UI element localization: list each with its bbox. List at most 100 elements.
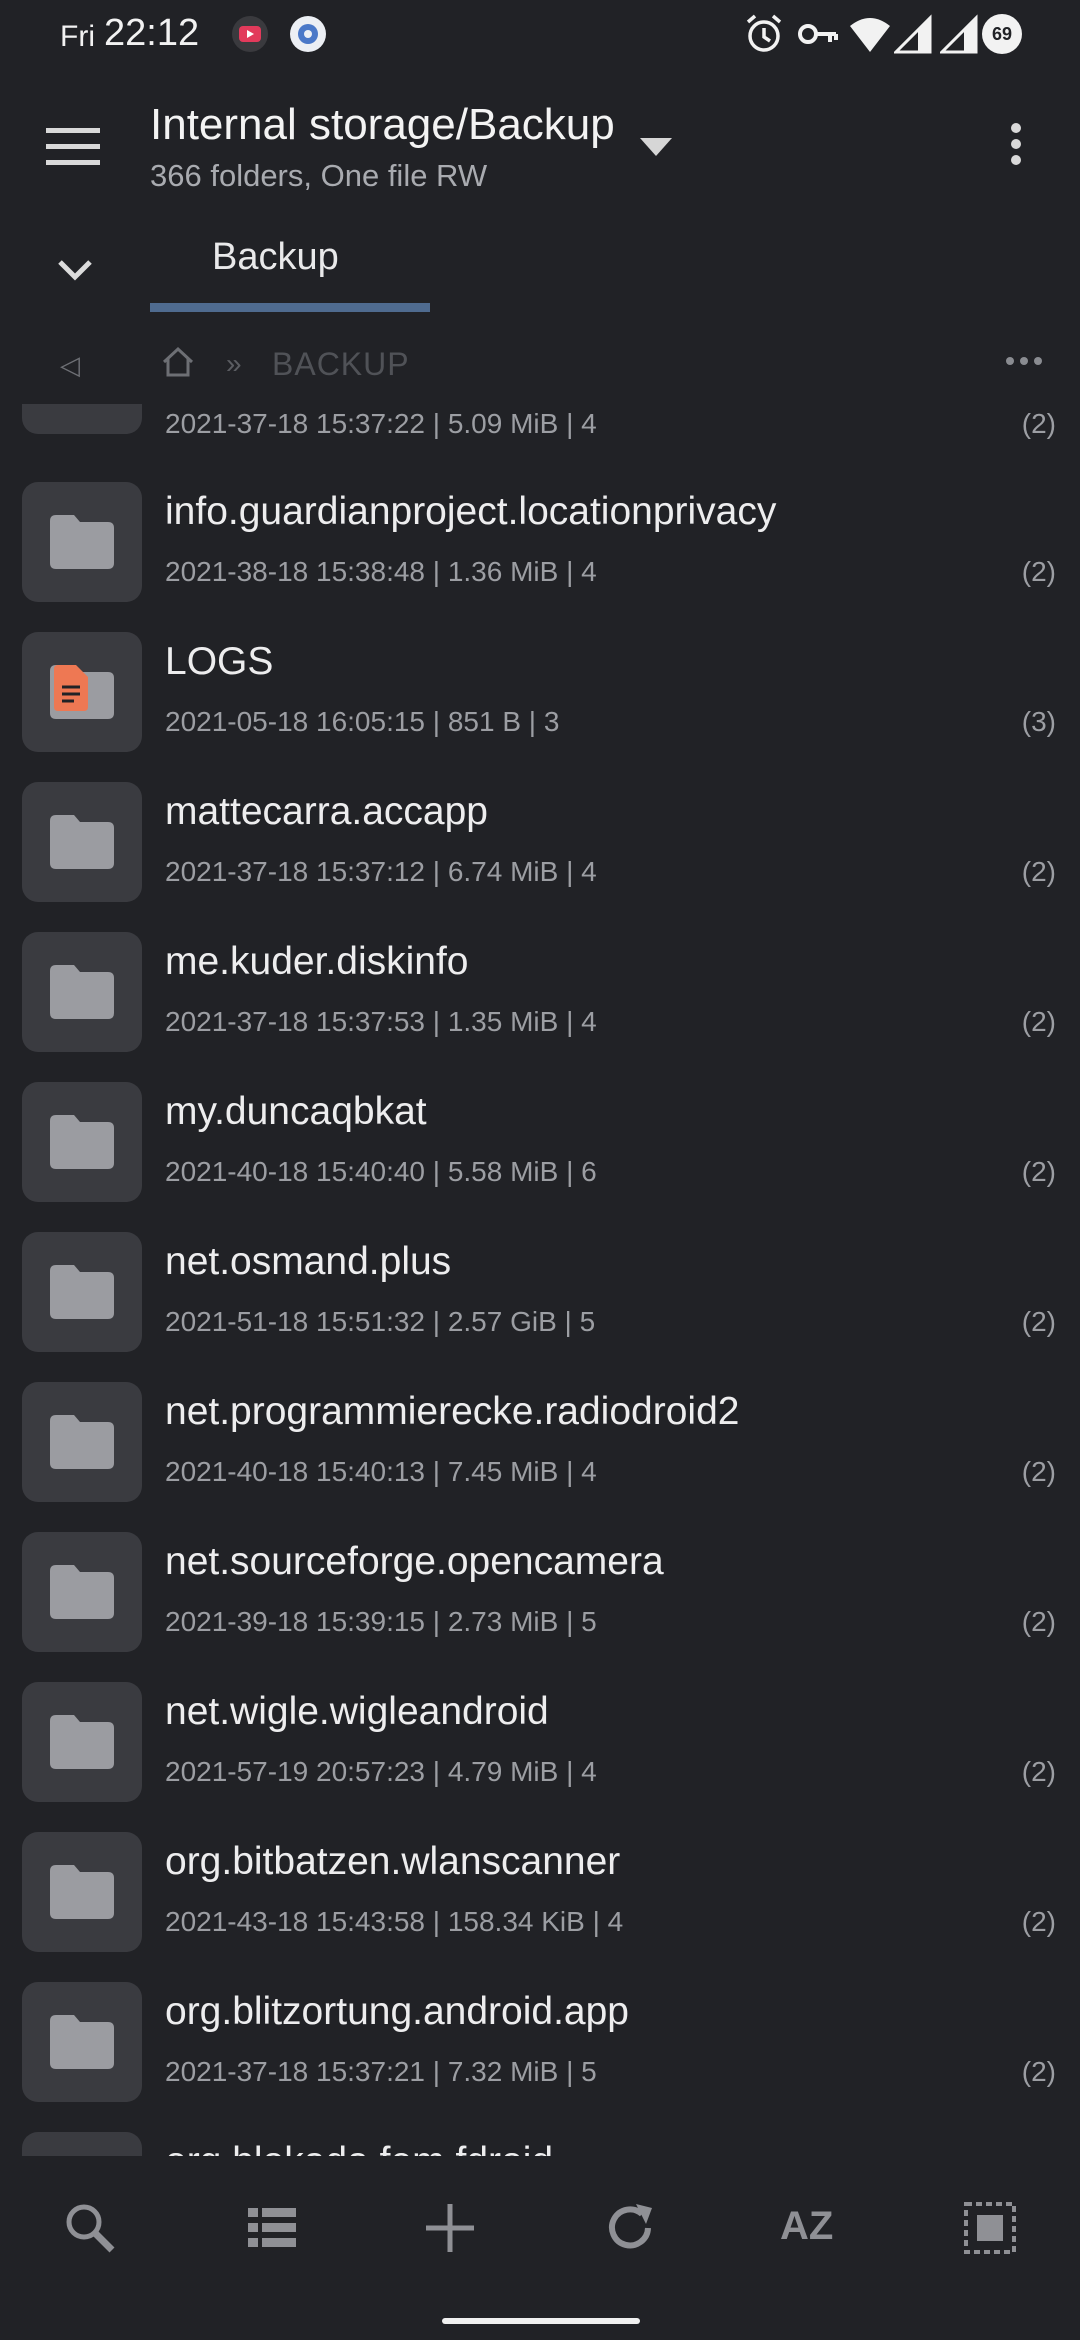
item-count: (2) [1021, 856, 1056, 887]
file-meta: 2021-37-18 15:37:53 | 1.35 MiB | 4 [165, 1006, 597, 1037]
page-title[interactable]: Internal storage/Backup [150, 100, 615, 150]
file-meta: 2021-37-18 15:37:22 | 5.09 MiB | 4 [165, 408, 597, 439]
breadcrumb-back-icon[interactable]: ◁ [60, 350, 80, 381]
status-time: 22:12 [104, 12, 200, 54]
tab-backup[interactable]: Backup [150, 220, 430, 312]
file-name: net.programmierecke.radiodroid2 [165, 1390, 740, 1433]
chevron-down-icon[interactable] [50, 250, 100, 290]
list-view-icon[interactable] [242, 2198, 302, 2258]
folder-tile [22, 1532, 142, 1652]
file-meta: 2021-39-18 15:39:15 | 2.73 MiB | 5 [165, 1606, 597, 1637]
tab-label: Backup [212, 236, 339, 278]
list-item[interactable]: org.bitbatzen.wlanscanner 2021-43-18 15:… [0, 1810, 1080, 1960]
gesture-home-bar[interactable] [442, 2318, 640, 2324]
status-day: Fri [60, 20, 95, 53]
folder-icon [50, 1415, 114, 1469]
alarm-icon [746, 14, 782, 52]
home-icon[interactable] [160, 344, 196, 380]
tab-indicator [150, 303, 430, 312]
folder-icon [50, 515, 114, 569]
folder-tile [22, 1082, 142, 1202]
signal-icon [894, 14, 932, 54]
file-name: mattecarra.accapp [165, 790, 488, 833]
battery-level: 69 [991, 24, 1013, 44]
file-meta: 2021-57-19 20:57:23 | 4.79 MiB | 4 [165, 1756, 597, 1787]
list-item[interactable]: mattecarra.accapp 2021-37-18 15:37:12 | … [0, 760, 1080, 910]
folder-icon [50, 1865, 114, 1919]
folder-icon [50, 1565, 114, 1619]
file-name: org.blokada.fem.fdroid [165, 2140, 553, 2156]
status-bar: Fri 22:12 69 [0, 0, 1080, 70]
breadcrumb-separator: » [226, 348, 242, 379]
dropdown-arrow-icon[interactable] [636, 132, 676, 162]
list-item[interactable]: info.guardianproject.locationprivacy 202… [0, 460, 1080, 610]
wifi-icon [850, 18, 890, 52]
breadcrumb-more-icon[interactable] [1004, 354, 1044, 368]
folder-tile [22, 482, 142, 602]
item-count: (3) [1021, 706, 1056, 737]
more-options-icon[interactable] [996, 116, 1036, 196]
tab-bar: Backup [0, 220, 1080, 320]
list-item[interactable]: org.blokada.fem.fdroid [0, 2110, 1080, 2156]
breadcrumb: ◁ » BACKUP [0, 330, 1080, 400]
menu-icon[interactable] [38, 116, 108, 176]
folder-icon [50, 2015, 114, 2069]
item-count: (2) [1021, 408, 1056, 439]
list-item[interactable]: me.kuder.diskinfo 2021-37-18 15:37:53 | … [0, 910, 1080, 1060]
file-meta: 2021-40-18 15:40:13 | 7.45 MiB | 4 [165, 1456, 597, 1487]
signal-icon [940, 14, 978, 54]
select-all-icon[interactable] [960, 2198, 1020, 2258]
settings-notification-icon [290, 16, 326, 52]
file-name: LOGS [165, 640, 274, 683]
youtube-icon [232, 16, 268, 52]
list-item[interactable]: net.osmand.plus 2021-51-18 15:51:32 | 2.… [0, 1210, 1080, 1360]
refresh-icon[interactable] [600, 2198, 660, 2258]
list-item[interactable]: my.duncaqbkat 2021-40-18 15:40:40 | 5.58… [0, 1060, 1080, 1210]
folder-tile [22, 932, 142, 1052]
file-meta: 2021-51-18 15:51:32 | 2.57 GiB | 5 [165, 1306, 596, 1337]
list-item[interactable]: net.wigle.wigleandroid 2021-57-19 20:57:… [0, 1660, 1080, 1810]
add-icon[interactable] [420, 2198, 480, 2258]
list-item[interactable]: net.programmierecke.radiodroid2 2021-40-… [0, 1360, 1080, 1510]
file-name: net.sourceforge.opencamera [165, 1540, 664, 1583]
folder-tile [22, 782, 142, 902]
folder-tile [22, 404, 142, 434]
item-count: (2) [1021, 1006, 1056, 1037]
file-name: my.duncaqbkat [165, 1090, 427, 1133]
file-name: net.osmand.plus [165, 1240, 452, 1283]
file-meta: 2021-37-18 15:37:21 | 7.32 MiB | 5 [165, 2056, 597, 2087]
folder-summary: 366 folders, One file RW [150, 158, 488, 193]
vpn-key-icon [798, 24, 838, 44]
battery-icon: 69 [982, 14, 1022, 54]
list-item[interactable]: LOGS 2021-05-18 16:05:15 | 851 B | 3 (3) [0, 610, 1080, 760]
document-badge-icon [54, 665, 88, 711]
list-item[interactable]: net.sourceforge.opencamera 2021-39-18 15… [0, 1510, 1080, 1660]
file-name: info.guardianproject.locationprivacy [165, 490, 777, 533]
file-meta: 2021-43-18 15:43:58 | 158.34 KiB | 4 [165, 1906, 624, 1937]
folder-icon [50, 1115, 114, 1169]
sort-az-button[interactable]: AZ [780, 2204, 833, 2249]
folder-icon [50, 1265, 114, 1319]
file-list: 2021-37-18 15:37:22 | 5.09 MiB | 4 (2) i… [0, 404, 1080, 2156]
folder-icon [50, 965, 114, 1019]
item-count: (2) [1021, 1306, 1056, 1337]
folder-tile [22, 2132, 142, 2156]
folder-tile [22, 1682, 142, 1802]
item-count: (2) [1021, 2056, 1056, 2087]
folder-icon [50, 815, 114, 869]
item-count: (2) [1021, 1606, 1056, 1637]
folder-tile [22, 1382, 142, 1502]
file-name: me.kuder.diskinfo [165, 940, 469, 983]
item-count: (2) [1021, 1456, 1056, 1487]
file-meta: 2021-05-18 16:05:15 | 851 B | 3 [165, 706, 560, 737]
folder-tile [22, 1232, 142, 1352]
list-item[interactable]: org.blitzortung.android.app 2021-37-18 1… [0, 1960, 1080, 2110]
file-meta: 2021-40-18 15:40:40 | 5.58 MiB | 6 [165, 1156, 597, 1187]
breadcrumb-current[interactable]: BACKUP [272, 346, 410, 383]
item-count: (2) [1021, 1156, 1056, 1187]
search-icon[interactable] [60, 2198, 120, 2258]
item-count: (2) [1021, 1756, 1056, 1787]
item-count: (2) [1021, 1906, 1056, 1937]
folder-tile [22, 1832, 142, 1952]
file-name: org.blitzortung.android.app [165, 1990, 629, 2033]
